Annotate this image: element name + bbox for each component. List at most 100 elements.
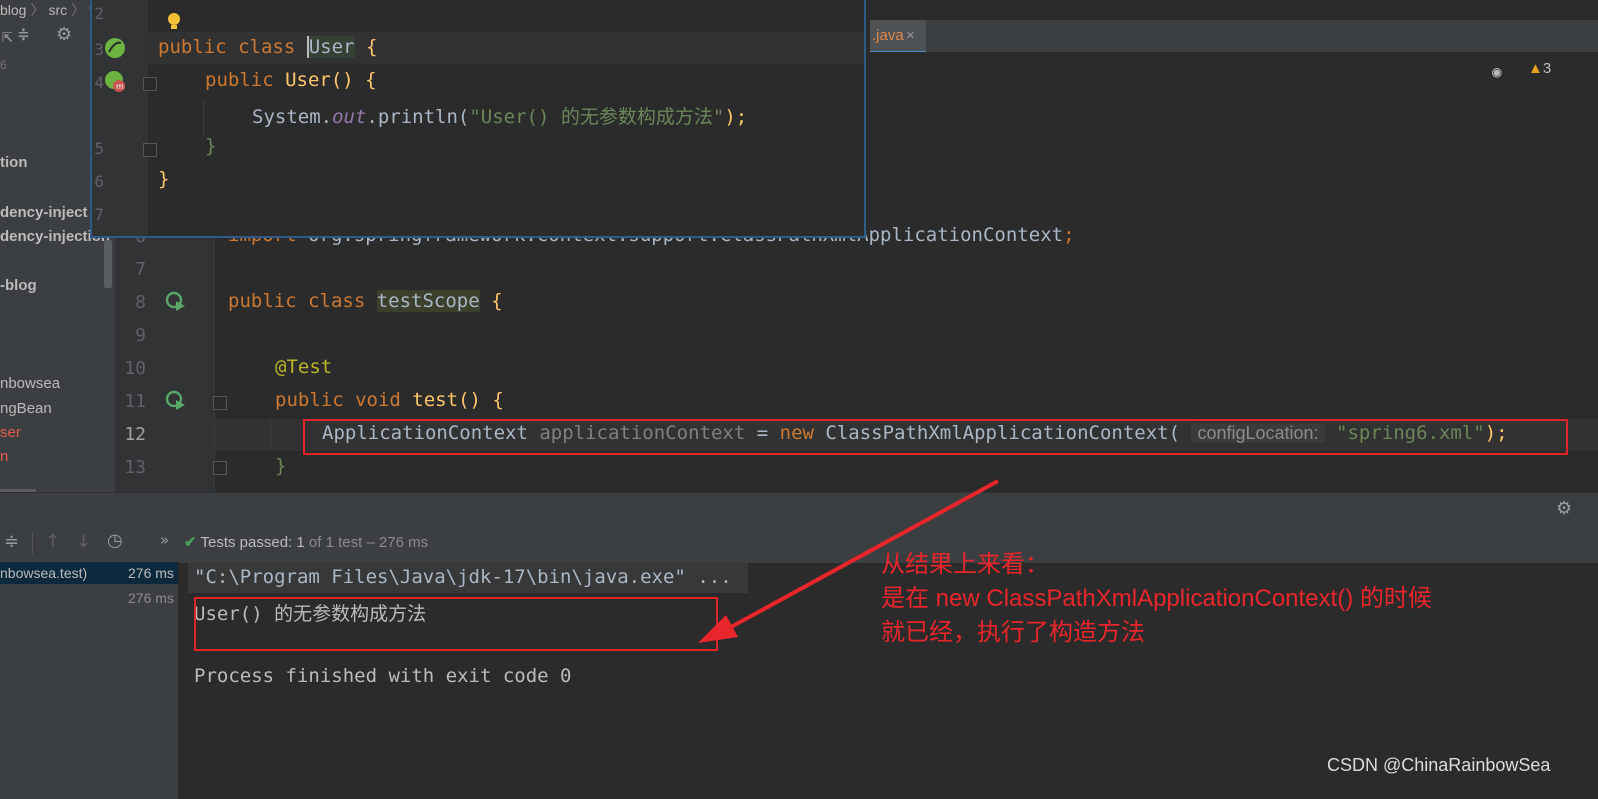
line-number: 6 bbox=[94, 172, 104, 191]
code-line-close: } bbox=[275, 455, 287, 477]
object-name: System. bbox=[252, 106, 333, 128]
expand-collapse-icon[interactable]: ≑ bbox=[18, 24, 29, 45]
breadcrumb-item[interactable]: blog bbox=[0, 2, 26, 18]
console-line-exit: Process finished with exit code 0 bbox=[194, 665, 572, 687]
annotation-text: 从结果上来看： 是在 new ClassPathXmlApplicationCo… bbox=[881, 551, 1432, 646]
spring-method-icon[interactable]: m bbox=[104, 70, 128, 94]
tree-item[interactable]: -blog bbox=[0, 277, 37, 294]
params: () { bbox=[458, 389, 504, 411]
breadcrumb-separator-icon: 〉 bbox=[71, 2, 86, 18]
fold-marker-icon[interactable] bbox=[213, 396, 227, 410]
keyword: public void bbox=[275, 389, 401, 411]
warning-icon: ▲ bbox=[1528, 60, 1543, 77]
passed-count: 1 bbox=[296, 534, 305, 551]
brace: { bbox=[365, 36, 378, 58]
gear-icon[interactable]: ⚙ bbox=[1556, 498, 1572, 519]
line-number: 10 bbox=[124, 358, 146, 379]
tree-item[interactable]: 6 bbox=[0, 58, 7, 72]
fold-marker-icon[interactable] bbox=[143, 77, 157, 91]
reader-mode-eye-icon[interactable]: ◉ bbox=[1492, 62, 1502, 81]
line-number: 12 bbox=[124, 424, 146, 445]
editor-tab-bar bbox=[870, 20, 1598, 53]
line-number: 7 bbox=[94, 205, 104, 224]
test-status: ✔ Tests passed: 1 of 1 test – 276 ms bbox=[184, 533, 428, 551]
class-name: testScope bbox=[376, 290, 480, 312]
keyword: public class bbox=[228, 290, 366, 312]
breadcrumb-separator-icon: 〉 bbox=[30, 2, 45, 18]
status-label: Tests passed: bbox=[200, 534, 293, 551]
line-number: 9 bbox=[135, 325, 146, 346]
code-line-method: public void test() { bbox=[275, 389, 504, 411]
check-icon: ✔ bbox=[184, 534, 197, 551]
code-line-annotation: @Test bbox=[275, 356, 333, 378]
status-detail: of 1 test – 276 ms bbox=[308, 534, 429, 551]
line-number: 11 bbox=[124, 391, 146, 412]
code-line-class: public class testScope { bbox=[228, 290, 503, 312]
class-name: User bbox=[306, 36, 355, 58]
line-number: 3 bbox=[94, 40, 104, 59]
line-number: 7 bbox=[135, 259, 146, 280]
line-number: 8 bbox=[135, 292, 146, 313]
test-node-time: 276 ms bbox=[128, 565, 174, 581]
inspection-warnings-badge[interactable]: ▲3 bbox=[1528, 60, 1551, 77]
params: () { bbox=[330, 69, 377, 91]
string-literal: "User() 的无参数构成方法" bbox=[469, 106, 725, 128]
history-icon[interactable]: ◷ bbox=[107, 530, 123, 551]
popup-code-ctor: public User() { bbox=[205, 69, 377, 91]
breadcrumb-item[interactable]: src bbox=[48, 2, 67, 18]
tab-label: .java bbox=[872, 27, 904, 44]
tab-java-file[interactable]: .java × bbox=[870, 20, 926, 54]
watermark: CSDN @ChinaRainbowSea bbox=[1327, 755, 1551, 775]
field-name: out bbox=[332, 106, 367, 128]
keyword: public bbox=[205, 69, 274, 91]
semicolon: ; bbox=[1063, 224, 1075, 246]
gear-icon[interactable]: ⚙ bbox=[56, 24, 72, 45]
collapse-icon[interactable]: ≑ bbox=[4, 531, 19, 552]
tree-item[interactable]: tion bbox=[0, 154, 28, 171]
highlight-box-statement bbox=[303, 419, 1568, 455]
spring-bean-icon[interactable] bbox=[104, 37, 126, 59]
test-node-time: 276 ms bbox=[128, 590, 174, 606]
popup-code-class: public class User { bbox=[158, 36, 377, 58]
tree-item[interactable]: nbowsea bbox=[0, 375, 60, 392]
run-test-icon[interactable] bbox=[165, 390, 187, 412]
fold-marker-icon[interactable] bbox=[213, 461, 227, 475]
sidebar-scrollbar[interactable] bbox=[104, 240, 112, 288]
more-icon[interactable]: » bbox=[160, 531, 169, 549]
popup-code-close-inner: } bbox=[205, 135, 217, 157]
method-call: .println( bbox=[366, 106, 470, 128]
svg-text:m: m bbox=[116, 82, 124, 91]
line-number: 2 bbox=[94, 4, 104, 23]
indent-guide bbox=[270, 420, 271, 450]
popup-code-close-outer: } bbox=[158, 168, 170, 190]
brace: { bbox=[491, 290, 503, 312]
tree-item[interactable]: ngBean bbox=[0, 400, 52, 417]
popup-gutter bbox=[92, 0, 148, 236]
tree-item[interactable]: n bbox=[0, 448, 8, 465]
tree-item[interactable]: dency-inject bbox=[0, 204, 88, 221]
line-number: 13 bbox=[124, 457, 146, 478]
method-name: User bbox=[285, 69, 331, 91]
line-number: 5 bbox=[94, 139, 104, 158]
arrow-down-icon[interactable]: ↓ bbox=[76, 531, 91, 552]
indent-guide bbox=[203, 100, 204, 136]
arrow-up-icon[interactable]: ↑ bbox=[45, 531, 60, 552]
toolbar-divider bbox=[32, 532, 33, 554]
line-number: 4 bbox=[94, 73, 104, 92]
method-name: test bbox=[412, 389, 459, 411]
keyword: public class bbox=[158, 36, 296, 58]
warning-count: 3 bbox=[1542, 60, 1552, 77]
console-line-command[interactable]: "C:\Program Files\Java\jdk-17\bin\java.e… bbox=[194, 566, 732, 588]
breadcrumb: blog〉src〉t bbox=[0, 0, 93, 18]
tree-item[interactable]: ser bbox=[0, 424, 21, 441]
lightbulb-icon[interactable] bbox=[166, 11, 182, 33]
close-icon[interactable]: × bbox=[906, 27, 915, 44]
test-node-label[interactable]: nbowsea.test) bbox=[0, 565, 87, 581]
terminator: ); bbox=[724, 106, 748, 128]
run-test-icon[interactable] bbox=[165, 291, 187, 313]
indent-guide bbox=[214, 230, 215, 490]
collapse-all-icon[interactable]: ⇱ bbox=[2, 26, 13, 47]
popup-code-print: System.out.println("User() 的无参数构成方法"); bbox=[252, 102, 747, 129]
highlight-box-output bbox=[194, 597, 718, 651]
fold-marker-icon[interactable] bbox=[143, 143, 157, 157]
